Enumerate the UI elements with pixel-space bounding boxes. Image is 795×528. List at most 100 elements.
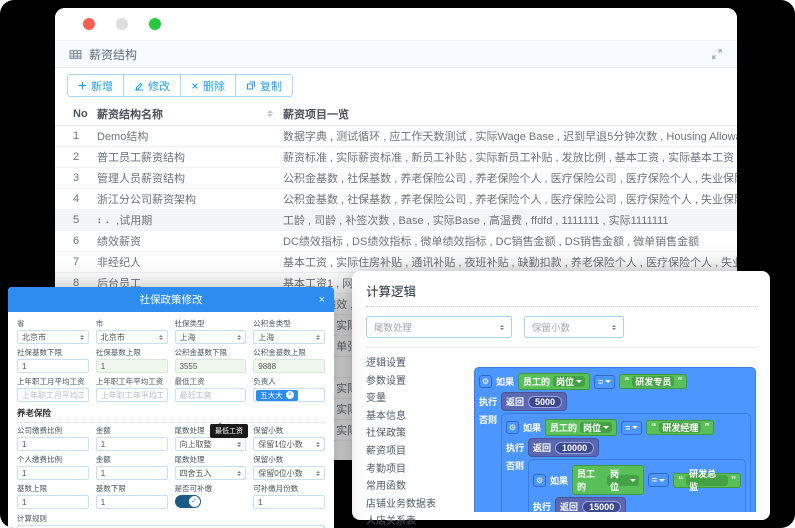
string-block[interactable]: “ 研发总监 ” (673, 473, 741, 488)
sort-icon[interactable] (267, 107, 273, 120)
table-row-highlighted[interactable]: 5 ⠆⠄ ,试用期 工龄 , 司龄 , 补签次数 , Base , 实际Base… (55, 210, 737, 231)
employee-attr-block[interactable]: 员工的 岗位 (545, 419, 617, 436)
menu-item-shop-business-table[interactable]: 店铺业务数据表 (366, 496, 468, 514)
chevron-down-icon (630, 479, 636, 485)
menu-item-common-functions[interactable]: 常用函数 (366, 478, 468, 496)
select-caret-icon (316, 333, 320, 342)
social-base-upper-input[interactable] (101, 362, 163, 371)
tag-close-icon[interactable]: × (286, 391, 294, 399)
return-block[interactable]: 返回 15000 (555, 497, 626, 512)
province-select[interactable]: 北京市 (17, 330, 89, 344)
gear-icon[interactable]: ⚙ (533, 474, 546, 487)
field-personal-decimal: 保留小数 保留0位小数 (253, 455, 325, 480)
calc-logic-panel: 计算逻辑 尾数处理 保留小数 逻辑设置 参数设置 变量 基本信息 社保政策 薪资… (352, 271, 770, 520)
field-base-upper: 基数上限 (17, 484, 89, 509)
table-row[interactable]: 3 管理人员薪资结构 公积金基数 , 社保基数 , 养老保险公司 , 养老保险个… (55, 168, 737, 189)
zoom-traffic-button[interactable] (149, 18, 161, 30)
row-items: 工龄 , 司龄 , 补签次数 , Base , 实际Base , 高温费 , f… (283, 212, 737, 228)
owner-tag[interactable]: 五大大 × (256, 390, 298, 401)
table-row[interactable]: 1 Demo结构 数据字典 , 测试循环 , 应工作天数测试 , 实际Wage … (55, 126, 737, 147)
add-button[interactable]: 新增 (67, 74, 124, 97)
select-caret-icon (237, 469, 241, 478)
menu-item-logic[interactable]: 逻辑设置 (366, 355, 468, 373)
gear-icon[interactable]: ⚙ (479, 375, 492, 388)
menu-item-social-policy[interactable]: 社保政策 (366, 425, 468, 443)
return-block[interactable]: 返回 10000 (528, 438, 599, 457)
fund-type-select[interactable]: 上海 (253, 330, 325, 344)
select-caret-icon (159, 333, 163, 342)
city-select[interactable]: 北京市 (96, 330, 168, 344)
decimal-select[interactable]: 保留小数 (524, 316, 624, 338)
attr-dropdown[interactable]: 岗位 (553, 376, 585, 387)
personal-rounding-select[interactable]: 四舍五入 (175, 466, 247, 480)
company-amount-input[interactable] (101, 440, 163, 449)
fund-base-upper-input[interactable] (258, 362, 320, 371)
return-value[interactable]: 10000 (555, 442, 594, 454)
close-traffic-button[interactable] (83, 18, 95, 30)
min-salary-tooltip: 最低工资 (210, 424, 248, 438)
expand-icon[interactable] (711, 48, 723, 60)
row-no: 2 (55, 151, 97, 163)
modal-header[interactable]: 社保政策修改 × (8, 287, 334, 312)
operator-block[interactable]: = (621, 421, 642, 435)
table-row[interactable]: 2 普工员工薪资结构 薪资标准 , 实际薪资标准 , 新员工补贴 , 实际新员工… (55, 147, 737, 168)
company-ratio-input[interactable] (22, 440, 84, 449)
return-block[interactable]: 返回 5000 (501, 392, 567, 411)
string-block[interactable]: “ 研发专员 ” (619, 374, 687, 389)
base-upper-input[interactable] (22, 498, 84, 507)
field-min-salary: 最低工资 (175, 377, 247, 402)
social-type-select[interactable]: 上海 (175, 330, 247, 344)
close-icon[interactable]: × (319, 287, 325, 312)
menu-item-basic-info[interactable]: 基本信息 (366, 408, 468, 426)
avg-year-salary-input[interactable] (101, 391, 163, 400)
column-name[interactable]: 薪资结构名称 (97, 106, 283, 122)
minimize-traffic-button[interactable] (116, 18, 128, 30)
select-caret-icon (612, 323, 616, 332)
modify-button[interactable]: 修改 (123, 74, 181, 97)
row-no: 1 (55, 130, 97, 142)
menu-item-params[interactable]: 参数设置 (366, 373, 468, 391)
copy-button[interactable]: 复制 (235, 74, 293, 97)
blockly-workspace[interactable]: ⚙ 如果 员工的 岗位 = “ 研发专员 ” (468, 348, 756, 512)
backpay-months-input[interactable] (258, 498, 320, 507)
menu-item-person-shop-table[interactable]: 人店关系表 (366, 513, 468, 528)
employee-attr-block[interactable]: 员工的 岗位 (572, 465, 644, 495)
personal-ratio-input[interactable] (22, 469, 84, 478)
if-block-1[interactable]: ⚙ 如果 员工的 岗位 = “ 研发专员 ” (474, 367, 756, 512)
operator-block[interactable]: = (648, 473, 669, 487)
return-value[interactable]: 5000 (528, 396, 562, 408)
field-avg-month-salary: 上年职工月平均工资 (17, 377, 89, 402)
table-row[interactable]: 6 绩效薪资 DC绩效指标 , DS绩效指标 , 微单绩效指标 , DC销售金额… (55, 231, 737, 252)
social-base-lower-input[interactable] (22, 362, 84, 371)
operator-block[interactable]: = (594, 375, 615, 389)
string-block[interactable]: “ 研发经理 ” (646, 420, 714, 435)
row-name: 非经纪人 (97, 254, 283, 270)
personal-amount-input[interactable] (101, 469, 163, 478)
app-header: 薪资结构 (55, 40, 737, 68)
company-decimal-select[interactable]: 保留1位小数 (253, 437, 325, 451)
table-row[interactable]: 7 非经纪人 基本工资 , 实际住房补贴 , 通讯补贴 , 夜班补贴 , 缺勤扣… (55, 252, 737, 273)
table-row[interactable]: 4 浙江分公司薪资架构 公积金基数 , 社保基数 , 养老保险公司 , 养老保险… (55, 189, 737, 210)
personal-decimal-select[interactable]: 保留0位小数 (253, 466, 325, 480)
rounding-select[interactable]: 尾数处理 (366, 316, 512, 338)
gear-icon[interactable]: ⚙ (506, 421, 519, 434)
attr-dropdown[interactable]: 岗位 (580, 422, 612, 433)
company-rounding-select[interactable]: 向上取整 (175, 437, 247, 451)
if-block-3[interactable]: ⚙ 如果 员工的 岗位 = “ (528, 459, 746, 512)
base-lower-input[interactable] (101, 498, 163, 507)
owner-tag-field[interactable]: 五大大 × (253, 388, 325, 402)
employee-attr-block[interactable]: 员工的 岗位 (518, 373, 590, 390)
delete-button[interactable]: 删除 (180, 74, 236, 97)
fund-base-lower-input[interactable] (180, 362, 242, 371)
menu-item-salary-items[interactable]: 薪资项目 (366, 443, 468, 461)
avg-month-salary-input[interactable] (22, 391, 84, 400)
row-name: 管理人员薪资结构 (97, 170, 283, 186)
field-allow-backpay: 是否可补缴 ✓ (175, 484, 247, 509)
menu-item-variables[interactable]: 变量 (366, 390, 468, 408)
allow-backpay-toggle[interactable]: ✓ (175, 495, 201, 508)
min-salary-input[interactable] (180, 391, 242, 400)
return-value[interactable]: 15000 (582, 501, 621, 513)
attr-dropdown[interactable]: 岗位 (607, 475, 639, 486)
menu-item-attendance-items[interactable]: 考勤项目 (366, 461, 468, 479)
if-block-2[interactable]: ⚙ 如果 员工的 岗位 = “ 研发经理 ” (501, 413, 751, 512)
